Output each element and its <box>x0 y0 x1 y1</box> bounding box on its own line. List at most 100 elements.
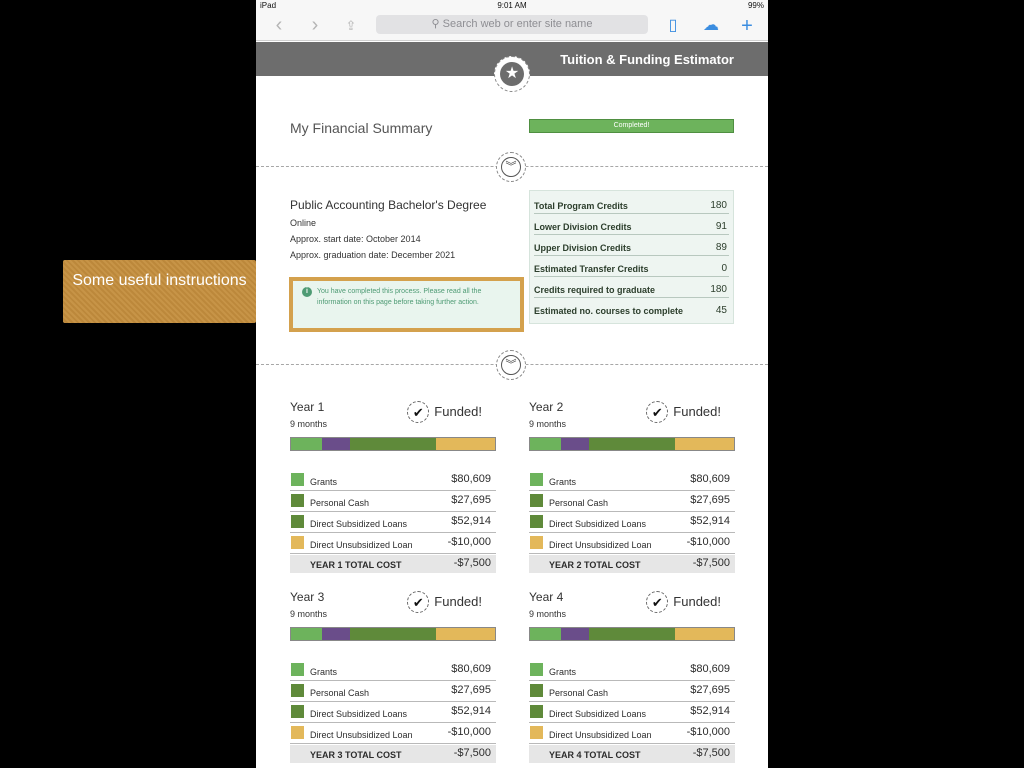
funding-stacked-bar <box>529 437 735 451</box>
bar-segment <box>530 628 561 640</box>
degree-title: Public Accounting Bachelor's Degree <box>290 198 487 212</box>
callout-text: Some useful instructions <box>72 272 247 289</box>
credit-label: Credits required to graduate <box>534 285 656 295</box>
total-label: YEAR 3 TOTAL COST <box>310 750 402 760</box>
back-arrow-icon[interactable]: ‹ <box>268 15 290 37</box>
bookmarks-icon[interactable]: ▯ <box>662 15 684 37</box>
ipad-screen: iPad 9:01 AM 99% ‹ › ⇪ ⚲ Search web or e… <box>256 0 768 768</box>
total-value: -$7,500 <box>453 747 491 759</box>
progress-status: Completed! <box>613 122 650 129</box>
checkmark-icon: ✔ <box>407 401 430 423</box>
funding-amount: -$10,000 <box>686 536 730 548</box>
color-swatch <box>530 536 543 549</box>
color-swatch <box>530 705 543 718</box>
completion-progress-bar: Completed! <box>529 119 734 133</box>
total-value: -$7,500 <box>692 557 730 569</box>
credit-row: Total Program Credits 180 <box>534 193 729 214</box>
year-title: Year 4 <box>529 590 564 604</box>
star-badge: ★ <box>494 56 530 92</box>
status-bar: iPad 9:01 AM 99% <box>256 0 768 12</box>
year-title: Year 1 <box>290 400 325 414</box>
bar-segment <box>350 438 436 450</box>
funding-item-row: Personal Cash $27,695 <box>290 492 496 512</box>
credit-value: 45 <box>715 305 727 316</box>
credit-label: Upper Division Credits <box>534 243 632 253</box>
expand-toggle[interactable]: ︾ <box>496 350 526 380</box>
checkmark-icon: ✔ <box>407 591 430 613</box>
credits-table: Total Program Credits 180 Lower Division C… <box>529 190 734 324</box>
funding-label: Direct Unsubsidized Loan <box>549 540 652 550</box>
cloud-tabs-icon[interactable]: ☁ <box>700 15 722 37</box>
funding-amount: $27,695 <box>451 494 491 506</box>
info-icon: i <box>302 287 312 297</box>
url-bar[interactable]: ⚲ Search web or enter site name <box>376 15 648 34</box>
funding-label: Direct Unsubsidized Loan <box>549 730 652 740</box>
instructions-callout: Some useful instructions <box>63 260 256 323</box>
funding-stacked-bar <box>290 627 496 641</box>
funding-amount: $52,914 <box>690 705 730 717</box>
color-swatch <box>291 536 304 549</box>
new-tab-icon[interactable]: + <box>736 15 758 37</box>
color-swatch <box>530 473 543 486</box>
credit-row: Credits required to graduate 180 <box>534 277 729 298</box>
color-swatch <box>530 663 543 676</box>
total-value: -$7,500 <box>453 557 491 569</box>
bar-segment <box>674 438 734 450</box>
battery-level: 99% <box>747 1 764 10</box>
checkmark-icon: ✔ <box>646 401 669 423</box>
year-title: Year 2 <box>529 400 564 414</box>
funding-item-row: Grants $80,609 <box>529 471 735 491</box>
color-swatch <box>530 726 543 739</box>
expand-toggle[interactable]: ︾ <box>496 152 526 182</box>
funding-label: Direct Subsidized Loans <box>549 709 647 719</box>
funding-amount: $80,609 <box>690 473 730 485</box>
funding-amount: $52,914 <box>451 705 491 717</box>
color-swatch <box>291 684 304 697</box>
funding-label: Direct Unsubsidized Loan <box>310 730 413 740</box>
year-total-row: YEAR 4 TOTAL COST -$7,500 <box>529 745 735 763</box>
funding-label: Direct Subsidized Loans <box>549 519 647 529</box>
credit-row: Estimated Transfer Credits 0 <box>534 256 729 277</box>
year-card: Year 1 9 months ✔ Funded! Grants $80,609 Perso… <box>290 400 496 575</box>
funding-item-row: Grants $80,609 <box>529 661 735 681</box>
funding-item-row: Grants $80,609 <box>290 661 496 681</box>
presentation-slide: Some useful instructions iPad 9:01 AM 99… <box>0 0 1024 768</box>
graduation-date: Approx. graduation date: December 2021 <box>290 250 456 260</box>
year-duration: 9 months <box>290 609 328 619</box>
forward-arrow-icon[interactable]: › <box>304 15 326 37</box>
year-card: Year 2 9 months ✔ Funded! Grants $80,609 Perso… <box>529 400 735 575</box>
total-label: YEAR 4 TOTAL COST <box>549 750 641 760</box>
credit-label: Lower Division Credits <box>534 222 632 232</box>
bar-segment <box>321 438 351 450</box>
color-swatch <box>530 684 543 697</box>
funded-status: ✔ Funded! <box>407 401 482 423</box>
funding-amount: $27,695 <box>690 684 730 696</box>
funding-item-row: Direct Subsidized Loans $52,914 <box>290 513 496 533</box>
color-swatch <box>291 663 304 676</box>
start-date: Approx. start date: October 2014 <box>290 234 421 244</box>
year-duration: 9 months <box>529 609 567 619</box>
color-swatch <box>291 705 304 718</box>
year-total-row: YEAR 2 TOTAL COST -$7,500 <box>529 555 735 573</box>
year-total-row: YEAR 1 TOTAL COST -$7,500 <box>290 555 496 573</box>
url-placeholder: Search web or enter site name <box>442 18 593 30</box>
credit-row: Estimated no. courses to complete 45 <box>534 298 729 319</box>
completion-info-box: i You have completed this process. Pleas… <box>289 277 524 332</box>
credit-label: Estimated Transfer Credits <box>534 264 649 274</box>
funding-amount: $52,914 <box>690 515 730 527</box>
share-icon[interactable]: ⇪ <box>340 15 362 37</box>
funding-item-row: Direct Unsubsidized Loan -$10,000 <box>529 534 735 554</box>
checkmark-icon: ✔ <box>646 591 669 613</box>
bar-segment <box>321 628 351 640</box>
funded-label: Funded! <box>434 594 482 609</box>
degree-mode: Online <box>290 218 317 228</box>
bar-segment <box>291 628 322 640</box>
funding-amount: $80,609 <box>451 663 491 675</box>
color-swatch <box>291 494 304 507</box>
funding-stacked-bar <box>529 627 735 641</box>
funding-item-row: Personal Cash $27,695 <box>290 682 496 702</box>
funding-amount: -$10,000 <box>686 726 730 738</box>
double-chevron-down-icon: ︾ <box>501 157 521 177</box>
funded-label: Funded! <box>673 594 721 609</box>
color-swatch <box>530 494 543 507</box>
